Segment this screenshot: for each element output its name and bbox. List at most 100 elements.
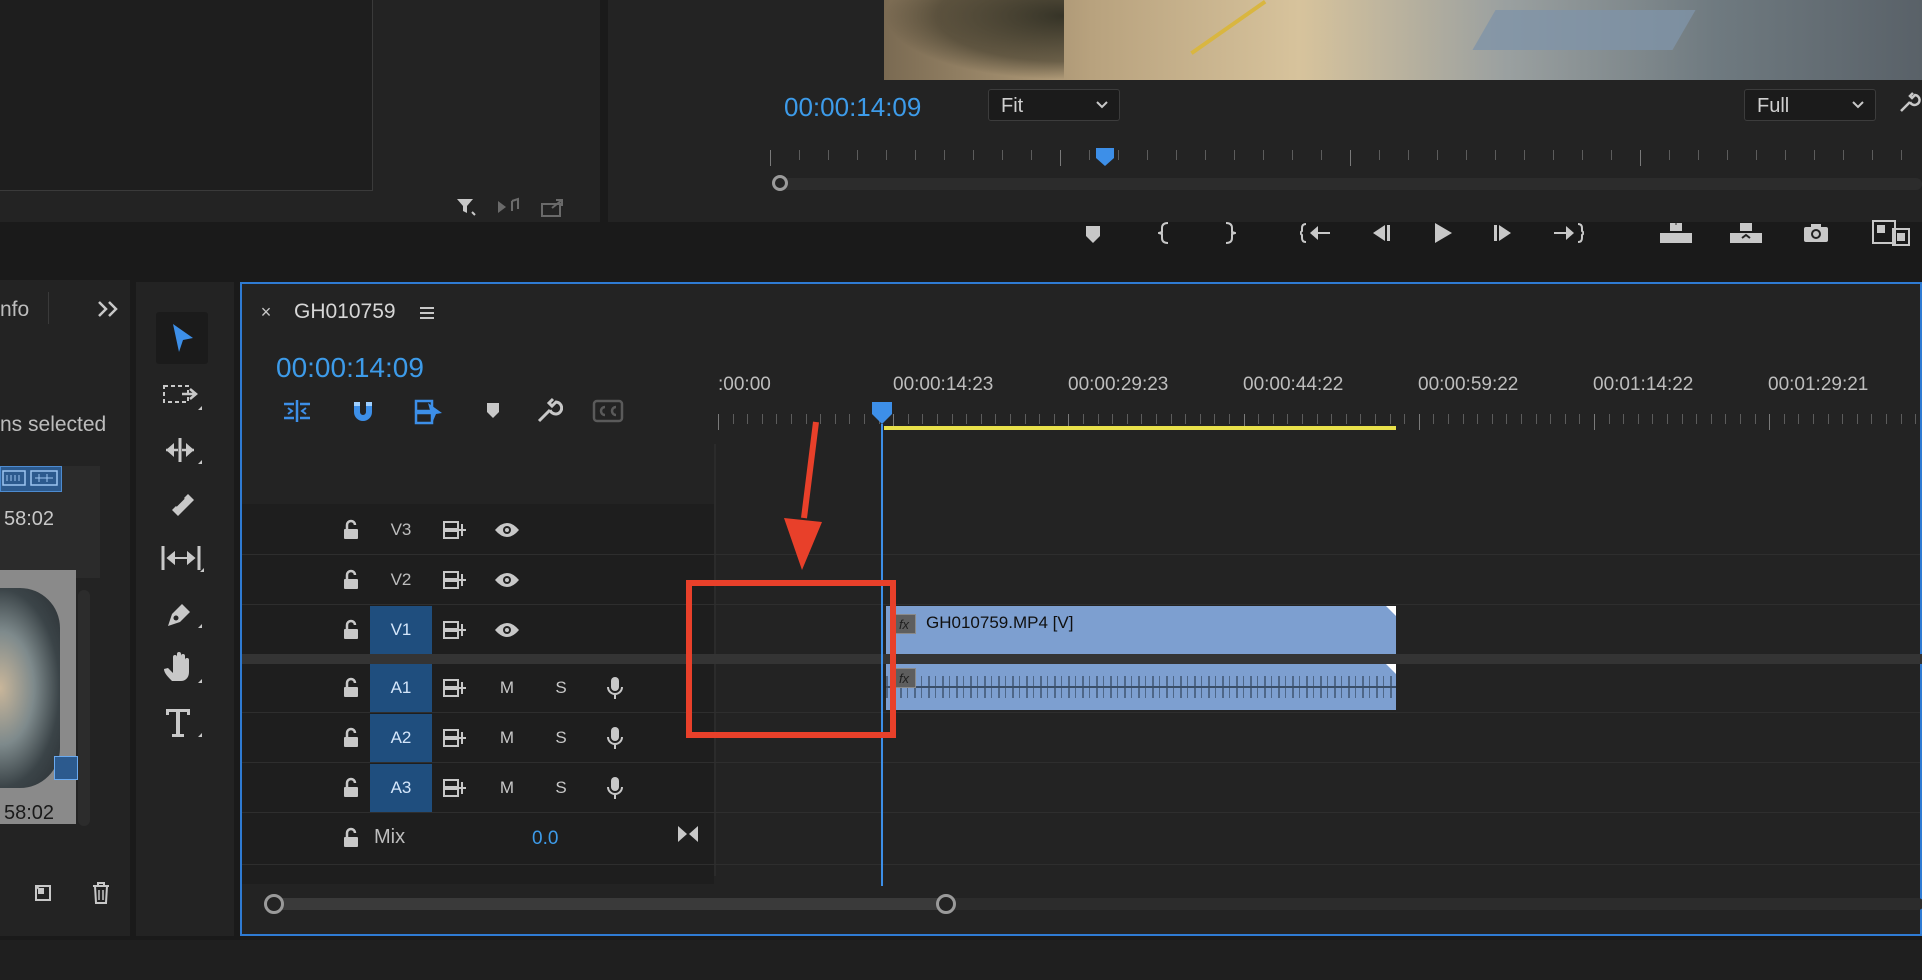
eye-icon[interactable]: [492, 518, 522, 542]
go-to-in-icon[interactable]: [1296, 216, 1336, 250]
program-ruler-tick: [1495, 150, 1496, 160]
lock-icon[interactable]: [340, 518, 362, 542]
lock-icon[interactable]: [340, 726, 362, 750]
lock-icon[interactable]: [340, 676, 362, 700]
work-area-bar[interactable]: [884, 426, 1396, 430]
lift-icon[interactable]: [1656, 216, 1696, 250]
audio-clip[interactable]: fx: [886, 664, 1396, 710]
solo-button[interactable]: S: [546, 726, 576, 750]
project-panel-tab[interactable]: nfo: [0, 298, 29, 322]
track-label-v1: V1: [390, 620, 412, 639]
step-back-icon[interactable]: [1364, 216, 1398, 250]
timeline-timecode[interactable]: 00:00:14:09: [276, 352, 424, 384]
selection-tool-icon[interactable]: [156, 312, 208, 364]
lock-icon[interactable]: [340, 618, 362, 642]
video-clip[interactable]: fx GH010759.MP4 [V]: [886, 606, 1396, 654]
go-to-out-icon[interactable]: [1548, 216, 1588, 250]
settings-wrench-icon[interactable]: [1896, 88, 1922, 118]
timeline-ruler[interactable]: :00:00 00:00:14:23 00:00:29:23 00:00:44:22 0…: [718, 374, 1922, 434]
snap-magnet-icon[interactable]: [346, 394, 380, 428]
collapse-tracks-icon[interactable]: [674, 822, 702, 846]
mix-value[interactable]: 0.0: [532, 828, 558, 850]
ruler-tick: [1740, 414, 1741, 424]
program-ruler-tick: [799, 150, 800, 160]
scroll-handle-left[interactable]: [264, 894, 284, 914]
add-marker-icon[interactable]: [478, 394, 508, 428]
project-scrollbar[interactable]: [78, 590, 90, 826]
program-scroll-track[interactable]: [774, 178, 1922, 190]
ruler-tick: [1448, 414, 1449, 424]
eye-icon[interactable]: [492, 568, 522, 592]
fx-label: fx: [898, 616, 910, 632]
new-item-icon[interactable]: [30, 880, 56, 906]
zoom-select[interactable]: Fit: [988, 89, 1120, 121]
lock-icon[interactable]: [340, 826, 362, 850]
clip-thumbnail-1[interactable]: 58:02: [0, 466, 100, 578]
panel-overflow-icon[interactable]: [94, 296, 122, 322]
panel-menu-icon[interactable]: [416, 302, 438, 324]
sync-lock-icon[interactable]: [440, 618, 470, 642]
type-tool-icon[interactable]: [156, 700, 208, 744]
ripple-edit-tool-icon[interactable]: [156, 428, 208, 472]
source-panel: [0, 0, 600, 222]
microphone-icon[interactable]: [600, 674, 630, 702]
sync-lock-icon[interactable]: [440, 518, 470, 542]
lock-icon[interactable]: [340, 776, 362, 800]
scroll-handle-right[interactable]: [936, 894, 956, 914]
track-target-a1[interactable]: A1: [370, 664, 432, 712]
captions-icon[interactable]: [590, 394, 626, 428]
comparison-view-icon[interactable]: [1868, 216, 1914, 250]
export-frame-camera-icon[interactable]: [1796, 216, 1836, 250]
program-playhead[interactable]: [1094, 146, 1116, 168]
track-target-v3[interactable]: V3: [370, 508, 432, 552]
program-ruler-tick: [1669, 150, 1670, 160]
ruler-tick: [1360, 414, 1362, 424]
microphone-icon[interactable]: [600, 774, 630, 802]
sync-lock-icon[interactable]: [440, 676, 470, 700]
track-target-v2[interactable]: V2: [370, 558, 432, 602]
sync-lock-icon[interactable]: [440, 726, 470, 750]
mute-button[interactable]: M: [492, 726, 522, 750]
ruler-tick: [1798, 414, 1800, 424]
track-target-v1[interactable]: V1: [370, 606, 432, 654]
nest-sequence-icon[interactable]: [280, 394, 314, 428]
linked-selection-icon[interactable]: [412, 394, 448, 428]
clip-thumbnail-2[interactable]: 58:02: [0, 570, 78, 824]
slip-tool-icon[interactable]: [156, 536, 208, 580]
mute-button[interactable]: M: [492, 676, 522, 700]
extract-icon[interactable]: [1726, 216, 1766, 250]
microphone-icon[interactable]: [600, 724, 630, 752]
eye-icon[interactable]: [492, 618, 522, 642]
mark-in-icon[interactable]: [1150, 216, 1180, 250]
timeline-settings-wrench-icon[interactable]: [532, 394, 566, 428]
timeline-scroll-thumb[interactable]: [272, 898, 946, 910]
razor-tool-icon[interactable]: [156, 482, 208, 526]
program-scroll-handle[interactable]: [772, 175, 788, 191]
timeline-playhead-handle[interactable]: [870, 400, 894, 426]
program-ruler[interactable]: [770, 150, 1922, 170]
filter-icon[interactable]: [452, 194, 480, 220]
program-timecode[interactable]: 00:00:14:09: [784, 92, 921, 123]
tab-divider: [48, 292, 49, 324]
close-icon[interactable]: ×: [256, 302, 276, 322]
track-select-tool-icon[interactable]: [156, 374, 208, 418]
mark-out-icon[interactable]: [1214, 216, 1244, 250]
sync-lock-icon[interactable]: [440, 776, 470, 800]
solo-button[interactable]: S: [546, 776, 576, 800]
mute-button[interactable]: M: [492, 776, 522, 800]
sequence-tab-name[interactable]: GH010759: [294, 300, 396, 324]
insert-audio-icon[interactable]: [494, 194, 524, 220]
step-forward-icon[interactable]: [1486, 216, 1520, 250]
trash-icon[interactable]: [88, 880, 114, 906]
resolution-select[interactable]: Full: [1744, 89, 1876, 121]
solo-button[interactable]: S: [546, 676, 576, 700]
lock-icon[interactable]: [340, 568, 362, 592]
play-icon[interactable]: [1426, 216, 1460, 250]
track-target-a3[interactable]: A3: [370, 764, 432, 812]
track-target-a2[interactable]: A2: [370, 714, 432, 762]
clip-duration-2: 58:02: [4, 802, 55, 824]
hand-tool-icon[interactable]: [156, 646, 208, 690]
sync-lock-icon[interactable]: [440, 568, 470, 592]
export-frame-icon[interactable]: [538, 194, 568, 220]
pen-tool-icon[interactable]: [156, 592, 208, 636]
